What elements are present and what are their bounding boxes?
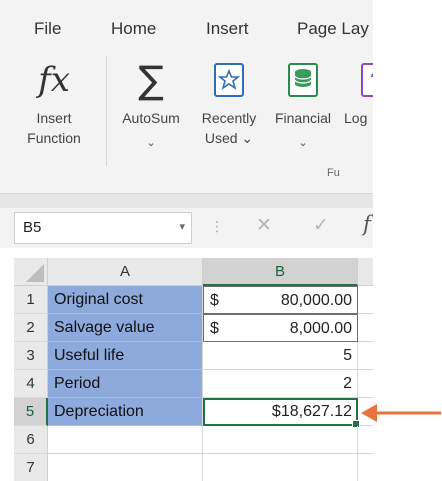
cell-currency-symbol: $ <box>210 320 219 337</box>
cell-a[interactable] <box>48 426 203 454</box>
insert-function-button[interactable]: fx Insert Function <box>14 54 94 184</box>
financial-label: Financial <box>274 110 332 126</box>
ribbon-separator <box>106 56 107 166</box>
insert-function-label: Insert Function <box>27 110 81 146</box>
ribbon-gap <box>0 194 373 208</box>
autosum-label: AutoSum <box>122 110 180 126</box>
cell-b[interactable] <box>203 426 358 454</box>
cell-value: 5 <box>343 347 352 364</box>
cell-a[interactable]: Salvage value <box>48 314 203 342</box>
row-header[interactable]: 2 <box>14 314 48 342</box>
cell-b[interactable] <box>203 454 358 481</box>
column-header-c[interactable] <box>358 258 373 286</box>
cell-a[interactable]: Original cost <box>48 286 203 314</box>
grid-gap <box>0 248 373 258</box>
cell-c[interactable] <box>358 286 373 314</box>
tab-home[interactable]: Home <box>111 19 156 39</box>
cell-c[interactable] <box>358 398 373 426</box>
worksheet-grid: A B 1 Original cost $80,000.00 2 Salvage val… <box>0 258 373 481</box>
row-header[interactable]: 5 <box>14 398 48 426</box>
fx-icon: fx <box>38 60 70 100</box>
ribbon-formulas: fx Insert Function ∑ AutoSum ⌄ Recently … <box>0 50 373 194</box>
financial-button[interactable]: Financial ⌄ <box>266 54 340 184</box>
svg-text:?: ? <box>370 68 373 93</box>
insert-function-icon[interactable]: f <box>363 212 371 236</box>
cell-b[interactable]: $8,000.00 <box>203 314 358 342</box>
select-all-button[interactable] <box>14 258 48 286</box>
cell-value: 2 <box>343 375 352 392</box>
cell-value: 80,000.00 <box>280 292 352 309</box>
cell-a[interactable]: Depreciation <box>48 398 203 426</box>
active-cell-border <box>203 398 360 428</box>
cell-c[interactable] <box>358 314 373 342</box>
row-header[interactable]: 7 <box>14 454 48 481</box>
cell-currency-symbol: $ <box>210 292 219 309</box>
row-header[interactable]: 4 <box>14 370 48 398</box>
function-library-caption: Fu <box>327 167 340 179</box>
recently-used-button[interactable]: Recently Used ⌄ <box>192 54 266 184</box>
chevron-down-icon: ⌄ <box>146 137 156 149</box>
enter-icon[interactable]: ✓ <box>313 214 329 237</box>
recently-used-label: Recently Used ⌄ <box>201 110 257 146</box>
column-header-b[interactable]: B <box>203 258 358 286</box>
question-book-icon: ? <box>356 60 373 100</box>
cell-b[interactable]: 2 <box>203 370 358 398</box>
cell-c[interactable] <box>358 426 373 454</box>
screenshot: File Home Insert Page Lay fx Insert Func… <box>0 0 442 481</box>
tab-insert[interactable]: Insert <box>206 19 249 39</box>
row-header[interactable]: 1 <box>14 286 48 314</box>
cancel-icon[interactable]: ✕ <box>256 214 272 237</box>
cell-b[interactable]: $80,000.00 <box>203 286 358 314</box>
tab-file[interactable]: File <box>34 19 61 39</box>
chevron-down-icon: ⌄ <box>298 137 308 149</box>
cell-c[interactable] <box>358 342 373 370</box>
row-header[interactable]: 3 <box>14 342 48 370</box>
excel-window: File Home Insert Page Lay fx Insert Func… <box>0 0 373 481</box>
logical-label: Log <box>344 110 368 126</box>
column-header-a[interactable]: A <box>48 258 203 286</box>
cell-a[interactable]: Useful life <box>48 342 203 370</box>
logical-button[interactable]: ? Log <box>342 54 373 184</box>
autosum-button[interactable]: ∑ AutoSum ⌄ <box>110 54 192 184</box>
cell-a[interactable] <box>48 454 203 481</box>
cell-a[interactable]: Period <box>48 370 203 398</box>
ribbon-tabs: File Home Insert Page Lay <box>0 0 373 50</box>
sigma-icon: ∑ <box>138 58 164 102</box>
cell-c[interactable] <box>358 454 373 481</box>
chevron-down-icon[interactable]: ▾ <box>179 220 185 233</box>
drag-handle-icon[interactable]: ⋮ <box>210 218 224 235</box>
cell-b[interactable]: 5 <box>203 342 358 370</box>
cell-c[interactable] <box>358 370 373 398</box>
formula-bar: B5 ▾ ⋮ ✕ ✓ f <box>0 208 373 248</box>
name-box-value: B5 <box>23 219 42 236</box>
row-header[interactable]: 6 <box>14 426 48 454</box>
star-book-icon <box>209 60 249 100</box>
cell-value: 8,000.00 <box>289 320 352 337</box>
money-stack-icon <box>283 60 323 100</box>
name-box[interactable]: B5 ▾ <box>14 212 192 244</box>
tab-page-layout[interactable]: Page Lay <box>297 19 369 39</box>
